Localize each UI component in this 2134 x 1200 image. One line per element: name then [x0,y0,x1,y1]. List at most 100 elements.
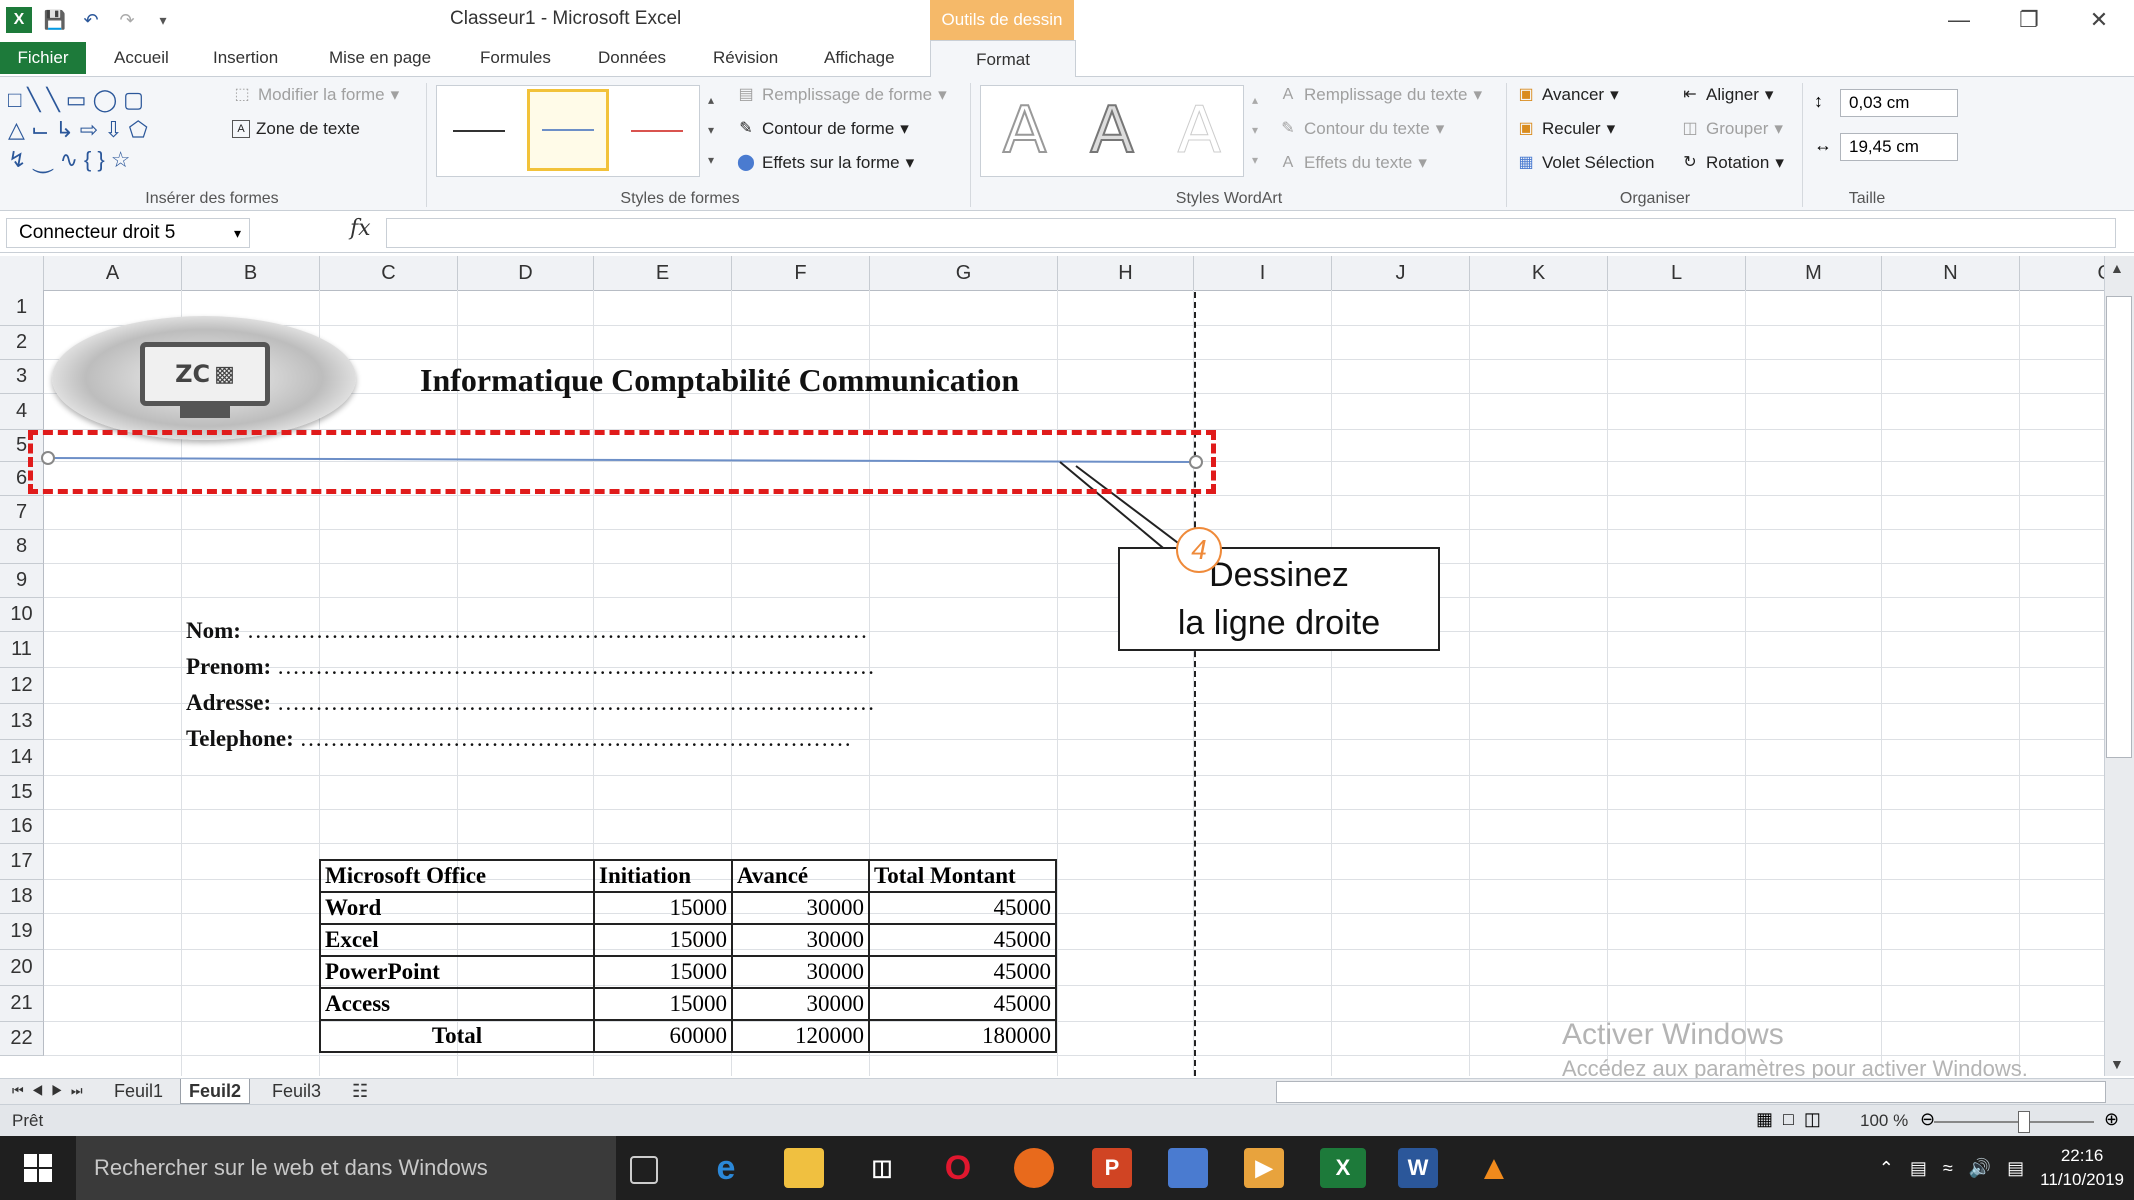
column-header[interactable]: F [732,256,870,290]
zoom-level[interactable]: 100 % [1860,1111,1908,1131]
column-header[interactable]: E [594,256,732,290]
table-cell[interactable]: 15000 [593,923,733,957]
customize-qat-icon[interactable]: ▾ [150,7,176,33]
shapes-row-3-icon[interactable]: ↯⏝∿{}☆ [8,145,208,175]
tab-review[interactable]: Révision [713,40,778,76]
volume-icon[interactable]: 🔊 [1969,1158,1991,1179]
wordart-gallery[interactable]: A A A [980,85,1244,177]
shapes-gallery[interactable]: □╲╲▭◯▢ △⌙↳⇨⇩⬠ ↯⏝∿{}☆ [8,85,208,175]
column-header[interactable]: H [1058,256,1194,290]
name-box-dropdown-icon[interactable]: ▾ [234,225,241,242]
tab-formulas[interactable]: Formules [480,40,551,76]
table-cell[interactable]: 60000 [593,1019,733,1053]
tab-data[interactable]: Données [598,40,666,76]
column-header[interactable]: G [870,256,1058,290]
select-all-corner[interactable] [0,256,44,290]
restore-button[interactable]: ❐ [1994,0,2064,40]
store-icon[interactable]: ◫ [862,1148,902,1188]
zoom-slider[interactable] [1934,1121,2094,1123]
sheet-tab-feuil1[interactable]: Feuil1 [106,1079,171,1103]
pdf-app-icon[interactable] [1168,1148,1208,1188]
column-header[interactable]: B [182,256,320,290]
scroll-down-icon[interactable]: ▼ [2110,1056,2124,1072]
table-cell[interactable]: 30000 [731,955,870,989]
file-explorer-icon[interactable] [784,1148,824,1188]
minimize-button[interactable]: — [1924,0,1994,40]
rotate-button[interactable]: ↻ Rotation ▾ [1680,153,1784,173]
row-header[interactable]: 2 [0,326,44,360]
insert-function-icon[interactable]: fx [350,216,371,241]
table-cell[interactable]: 45000 [868,891,1057,925]
column-header[interactable]: C [320,256,458,290]
column-header[interactable]: L [1608,256,1746,290]
text-effects-button[interactable]: A Effets du texte ▾ [1278,153,1427,173]
form-field-telephone[interactable]: Telephone: ……………………………………………………………… [186,726,852,752]
table-cell[interactable]: Access [319,987,595,1021]
row-header[interactable]: 20 [0,950,44,986]
vertical-scrollbar-thumb[interactable] [2106,296,2132,758]
style-dark-line[interactable] [453,130,505,132]
zoom-slider-thumb[interactable] [2018,1111,2030,1133]
send-backward-button[interactable]: ▣ Reculer ▾ [1516,119,1615,139]
shape-height-input[interactable]: 0,03 cm [1840,89,1958,117]
zoom-in-icon[interactable]: ⊕ [2104,1109,2119,1130]
shape-outline-button[interactable]: ✎ Contour de forme ▾ [736,119,909,139]
wordart-style-2[interactable]: A [1089,93,1135,169]
new-sheet-icon[interactable]: ☷ [344,1079,376,1103]
view-mode-icons[interactable]: ▦□◫ [1756,1109,1831,1130]
firefox-icon[interactable] [1014,1148,1054,1188]
row-header[interactable]: 22 [0,1022,44,1056]
text-box-button[interactable]: A Zone de texte [232,119,360,139]
row-header[interactable]: 8 [0,530,44,564]
form-field-prenom[interactable]: Prenom: …………………………………………………………………… [186,654,875,680]
align-button[interactable]: ⇤ Aligner ▾ [1680,85,1773,105]
table-cell[interactable]: Word [319,891,595,925]
column-header[interactable]: M [1746,256,1882,290]
row-header[interactable]: 21 [0,986,44,1022]
redo-icon[interactable]: ↷ [114,7,140,33]
bring-forward-button[interactable]: ▣ Avancer ▾ [1516,85,1618,105]
clock[interactable]: 22:16 11/10/2019 [2040,1144,2124,1192]
group-button[interactable]: ◫ Grouper ▾ [1680,119,1782,139]
shape-effects-button[interactable]: ⬤ Effets sur la forme ▾ [736,153,914,173]
horizontal-scrollbar[interactable] [1276,1081,2106,1103]
shapes-row-2-icon[interactable]: △⌙↳⇨⇩⬠ [8,115,208,145]
row-header[interactable]: 4 [0,394,44,430]
excel-logo-icon[interactable]: X [6,7,32,33]
column-header[interactable]: K [1470,256,1608,290]
tray-expand-icon[interactable]: ⌃ [1879,1158,1894,1179]
table-cell[interactable]: 15000 [593,891,733,925]
notifications-icon[interactable]: ▤ [2007,1158,2024,1179]
text-outline-button[interactable]: ✎ Contour du texte ▾ [1278,119,1444,139]
table-cell[interactable]: 30000 [731,987,870,1021]
opera-icon[interactable]: O [938,1148,978,1188]
tab-insert[interactable]: Insertion [213,40,278,76]
style-blue-line-selected[interactable] [527,89,609,171]
text-fill-button[interactable]: A Remplissage du texte ▾ [1278,85,1482,105]
row-header[interactable]: 16 [0,810,44,844]
sheet-title[interactable]: Informatique Comptabilité Communication [420,362,1019,399]
selection-pane-button[interactable]: ▦ Volet Sélection [1516,153,1654,173]
tab-page-layout[interactable]: Mise en page [329,40,431,76]
table-cell[interactable]: Excel [319,923,595,957]
form-field-adresse[interactable]: Adresse: …………………………………………………………………… [186,690,875,716]
table-header[interactable]: Avancé [731,859,870,893]
edit-shape-button[interactable]: ⬚ Modifier la forme ▾ [232,85,399,105]
row-header[interactable]: 15 [0,776,44,810]
zoom-out-icon[interactable]: ⊖ [1920,1109,1935,1130]
sheet-nav-arrows-icon[interactable]: ⏮◀▶⏭ [4,1079,99,1103]
table-cell[interactable]: 45000 [868,923,1057,957]
close-button[interactable]: ✕ [2064,0,2134,40]
row-header[interactable]: 14 [0,740,44,776]
column-header[interactable]: D [458,256,594,290]
row-header[interactable]: 18 [0,880,44,914]
wordart-style-3[interactable]: A [1177,94,1222,169]
task-view-icon[interactable] [630,1156,658,1184]
sheet-tab-feuil2[interactable]: Feuil2 [180,1079,251,1104]
edge-icon[interactable]: e [706,1148,746,1188]
network-icon[interactable]: ▤ [1910,1158,1927,1179]
row-header[interactable]: 13 [0,704,44,740]
shapes-row-1-icon[interactable]: □╲╲▭◯▢ [8,85,208,115]
word-icon[interactable]: W [1398,1148,1438,1188]
wifi-icon[interactable]: ≈ [1943,1158,1953,1179]
